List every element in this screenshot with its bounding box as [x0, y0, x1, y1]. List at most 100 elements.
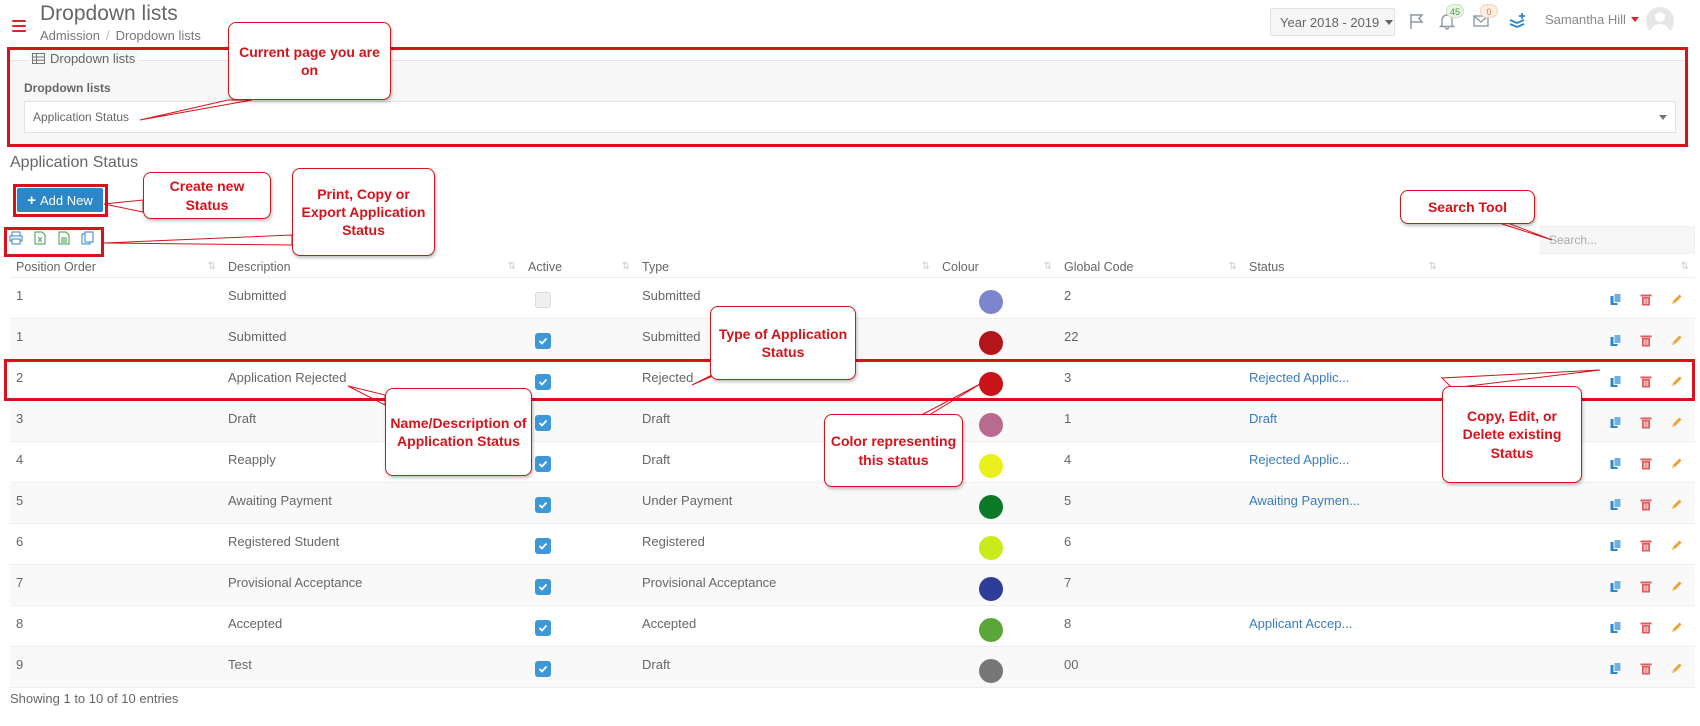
copy-icon[interactable] [1609, 497, 1623, 511]
cell-type: Draft [642, 657, 671, 672]
cell-global-code: 4 [1064, 452, 1072, 467]
cell-description: Awaiting Payment [228, 493, 332, 508]
edit-pencil-icon[interactable] [1669, 292, 1683, 306]
delete-icon[interactable] [1639, 333, 1653, 347]
cell-position-order: 6 [16, 534, 24, 549]
status-link[interactable]: Awaiting Paymen... [1249, 493, 1360, 508]
cell-position-order: 9 [16, 657, 24, 672]
callout-create-new: Create new Status [143, 172, 271, 219]
cell-actions [1443, 524, 1695, 564]
menu-toggle-icon[interactable] [12, 20, 26, 32]
edit-pencil-icon[interactable] [1669, 661, 1683, 675]
colour-swatch [979, 536, 1003, 560]
cell-active [522, 647, 636, 687]
delete-icon[interactable] [1639, 456, 1653, 470]
cell-global-code: 1 [1064, 411, 1072, 426]
cell-actions [1443, 647, 1695, 687]
edit-pencil-icon[interactable] [1669, 579, 1683, 593]
cell-type: Provisional Acceptance [642, 575, 777, 590]
col-active[interactable]: Active ⇅ [522, 258, 636, 277]
copy-icon[interactable] [1609, 538, 1623, 552]
active-checkbox[interactable] [535, 538, 551, 554]
delete-icon[interactable] [1639, 538, 1653, 552]
cell-global-code: 22 [1064, 329, 1079, 344]
cell-global-code: 00 [1064, 657, 1079, 672]
status-link[interactable]: Applicant Accep... [1249, 616, 1352, 631]
highlight-add-button [13, 184, 108, 217]
delete-icon[interactable] [1639, 415, 1653, 429]
avatar[interactable] [1646, 7, 1674, 35]
cell-actions [1443, 483, 1695, 523]
col-type[interactable]: Type ⇅ [636, 258, 936, 277]
cell-status: Rejected Applic... [1243, 442, 1443, 482]
cell-active [522, 278, 636, 318]
status-link[interactable]: Draft [1249, 411, 1277, 426]
table-row: 7 Provisional Acceptance Provisional Accep… [10, 565, 1695, 606]
active-checkbox[interactable] [535, 497, 551, 513]
active-checkbox[interactable] [535, 661, 551, 677]
cell-description: Provisional Acceptance [228, 575, 363, 590]
page-title: Dropdown lists [40, 2, 178, 25]
delete-icon[interactable] [1639, 620, 1653, 634]
table-header: Position Order ⇅ Description ⇅ Active ⇅ Typ… [10, 258, 1695, 278]
colour-swatch [979, 331, 1003, 355]
breadcrumb-dropdown-lists: Dropdown lists [115, 28, 201, 43]
sort-icon: ⇅ [1428, 261, 1437, 272]
sort-icon: ⇅ [1680, 261, 1689, 272]
cell-position-order: 4 [16, 452, 24, 467]
flag-icon[interactable] [1406, 10, 1428, 32]
copy-icon[interactable] [1609, 333, 1623, 347]
delete-icon[interactable] [1639, 497, 1653, 511]
cell-actions [1443, 319, 1695, 359]
envelope-icon[interactable]: 0 [1470, 4, 1498, 32]
active-checkbox[interactable] [535, 620, 551, 636]
edit-pencil-icon[interactable] [1669, 415, 1683, 429]
col-position-order[interactable]: Position Order ⇅ [10, 258, 222, 277]
cell-global-code: 5 [1064, 493, 1072, 508]
cell-status: Applicant Accep... [1243, 606, 1443, 646]
copy-icon[interactable] [1609, 661, 1623, 675]
edit-pencil-icon[interactable] [1669, 497, 1683, 511]
user-menu[interactable]: Samantha Hill [1545, 12, 1639, 27]
col-description[interactable]: Description ⇅ [222, 258, 522, 277]
copy-icon[interactable] [1609, 620, 1623, 634]
copy-icon[interactable] [1609, 415, 1623, 429]
section-title: Application Status [10, 154, 139, 171]
copy-icon[interactable] [1609, 579, 1623, 593]
edit-pencil-icon[interactable] [1669, 538, 1683, 552]
colour-swatch [979, 618, 1003, 642]
active-checkbox[interactable] [535, 415, 551, 431]
callout-type: Type of Application Status [710, 306, 856, 380]
status-link[interactable]: Rejected Applic... [1249, 452, 1349, 467]
cell-colour [936, 524, 1058, 564]
delete-icon[interactable] [1639, 579, 1653, 593]
breadcrumb-admission[interactable]: Admission [40, 28, 100, 43]
col-actions: ⇅ [1443, 258, 1695, 277]
highlight-export-toolbar [4, 227, 104, 257]
col-colour[interactable]: Colour ⇅ [936, 258, 1058, 277]
year-select[interactable]: Year 2018 - 2019 [1270, 8, 1395, 36]
callout-search-tool: Search Tool [1400, 190, 1535, 224]
col-status[interactable]: Status ⇅ [1243, 258, 1443, 277]
active-checkbox[interactable] [535, 292, 551, 308]
edit-pencil-icon[interactable] [1669, 456, 1683, 470]
edit-pencil-icon[interactable] [1669, 333, 1683, 347]
cell-description: Submitted [228, 288, 287, 303]
active-checkbox[interactable] [535, 579, 551, 595]
layers-add-icon[interactable] [1507, 10, 1529, 32]
cell-colour [936, 278, 1058, 318]
active-checkbox[interactable] [535, 333, 551, 349]
sort-icon: ⇅ [921, 261, 930, 272]
col-global-code[interactable]: Global Code ⇅ [1058, 258, 1243, 277]
active-checkbox[interactable] [535, 456, 551, 472]
delete-icon[interactable] [1639, 292, 1653, 306]
cell-active [522, 401, 636, 441]
cell-status [1243, 647, 1443, 687]
copy-icon[interactable] [1609, 456, 1623, 470]
delete-icon[interactable] [1639, 661, 1653, 675]
bell-icon[interactable]: 45 [1436, 4, 1465, 32]
search-input[interactable]: Search... [1540, 226, 1695, 254]
copy-icon[interactable] [1609, 292, 1623, 306]
edit-pencil-icon[interactable] [1669, 620, 1683, 634]
messages-badge: 0 [1480, 4, 1498, 18]
